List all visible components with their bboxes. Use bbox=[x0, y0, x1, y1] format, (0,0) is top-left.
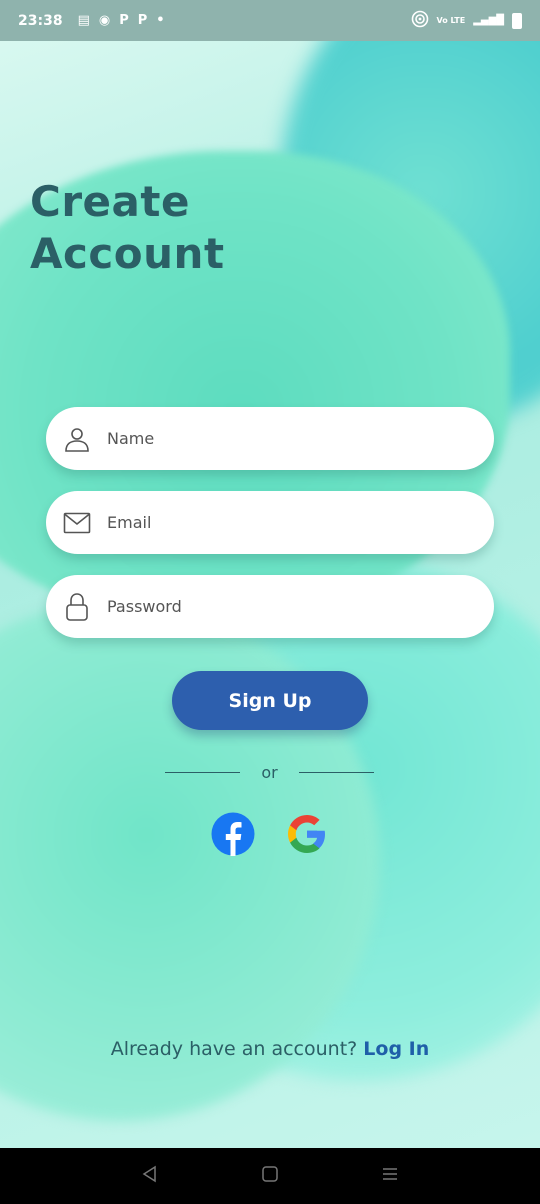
page-title-line1: Create bbox=[30, 177, 190, 226]
page-title-line2: Account bbox=[30, 229, 225, 278]
divider-line bbox=[299, 771, 374, 773]
volte-icon: Vo LTE bbox=[436, 16, 466, 25]
lock-icon bbox=[62, 592, 92, 622]
signal-icon: ▂▄▆█ bbox=[473, 15, 504, 26]
home-button[interactable] bbox=[258, 1164, 282, 1188]
back-button[interactable] bbox=[138, 1164, 162, 1188]
circle-app-icon: ◉ bbox=[98, 13, 111, 28]
signup-button[interactable]: Sign Up bbox=[172, 671, 368, 730]
battery-charging-icon bbox=[512, 12, 522, 29]
home-icon bbox=[261, 1165, 279, 1187]
hotspot-icon bbox=[411, 10, 429, 31]
divider-line bbox=[165, 771, 240, 773]
status-right: Vo LTE ▂▄▆█ bbox=[411, 10, 522, 31]
name-field[interactable] bbox=[46, 407, 494, 470]
email-field[interactable] bbox=[46, 491, 494, 554]
recents-button[interactable] bbox=[378, 1164, 402, 1188]
google-button[interactable] bbox=[284, 813, 330, 859]
status-bar: 23:38 ▤ ◉ P P • Vo LTE ▂▄▆█ bbox=[0, 0, 540, 41]
email-input[interactable] bbox=[107, 513, 447, 532]
back-icon bbox=[141, 1165, 159, 1187]
login-prompt: Already have an account? Log In bbox=[0, 1038, 540, 1060]
google-icon bbox=[285, 812, 329, 860]
newspaper-icon: ▤ bbox=[77, 13, 90, 28]
login-prompt-text: Already have an account? bbox=[110, 1038, 358, 1060]
page-title: Create Account bbox=[30, 176, 225, 280]
password-input[interactable] bbox=[107, 597, 447, 616]
name-input[interactable] bbox=[107, 429, 447, 448]
p-app-icon: P bbox=[119, 13, 129, 28]
login-link[interactable]: Log In bbox=[363, 1038, 429, 1060]
dot-icon: • bbox=[156, 13, 165, 28]
recents-icon bbox=[381, 1165, 399, 1187]
divider-text: or bbox=[261, 762, 278, 782]
status-time: 23:38 bbox=[18, 12, 63, 29]
status-left: 23:38 ▤ ◉ P P • bbox=[18, 13, 165, 29]
password-field[interactable] bbox=[46, 575, 494, 638]
facebook-button[interactable] bbox=[210, 812, 256, 860]
facebook-icon bbox=[211, 812, 255, 860]
p-app-icon: P bbox=[137, 13, 148, 28]
person-icon bbox=[62, 424, 92, 454]
or-divider: or bbox=[165, 762, 374, 782]
envelope-icon bbox=[62, 508, 92, 538]
social-login-row bbox=[210, 812, 330, 860]
navigation-bar bbox=[0, 1148, 540, 1204]
